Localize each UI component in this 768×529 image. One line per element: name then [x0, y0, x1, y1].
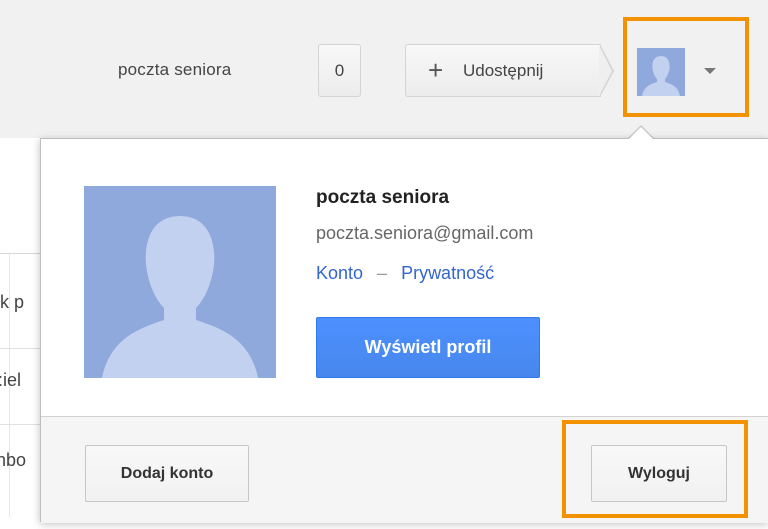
privacy-link[interactable]: Prywatność — [401, 263, 494, 283]
highlight-avatar-box — [623, 17, 749, 117]
left-divider — [0, 348, 40, 349]
plus-icon: + — [428, 55, 444, 85]
popup-profile-section: poczta seniora poczta.seniora@gmail.com … — [41, 139, 768, 417]
user-silhouette-icon — [102, 216, 258, 378]
add-account-button[interactable]: Dodaj konto — [85, 445, 249, 502]
header-username[interactable]: poczta seniora — [118, 60, 231, 80]
left-divider — [0, 424, 40, 425]
left-fragment-3: nbo — [0, 450, 40, 476]
profile-photo[interactable] — [84, 186, 276, 378]
link-separator: – — [377, 263, 388, 283]
popup-pointer-fill — [628, 127, 654, 140]
highlight-logout-box — [562, 420, 748, 518]
account-link[interactable]: Konto — [316, 263, 363, 283]
share-button-tip-fill — [599, 45, 612, 96]
share-button-label: Udostępnij — [463, 61, 544, 80]
share-button[interactable]: + Udostępnij — [405, 44, 601, 97]
left-fragment-text: k p — [0, 292, 25, 312]
account-email: poczta.seniora@gmail.com — [316, 223, 534, 243]
left-fragment-text: nbo — [0, 450, 27, 470]
notification-count-button[interactable]: 0 — [318, 44, 361, 97]
view-profile-button[interactable]: Wyświetl profil — [316, 317, 540, 378]
left-fragment-1: k p — [0, 292, 40, 318]
left-fragment-2: :iel — [0, 370, 40, 396]
left-fragment-text: :iel — [0, 370, 22, 390]
left-divider — [0, 253, 40, 254]
account-name: poczta seniora — [316, 187, 450, 208]
account-links: Konto – Prywatność — [316, 263, 494, 284]
